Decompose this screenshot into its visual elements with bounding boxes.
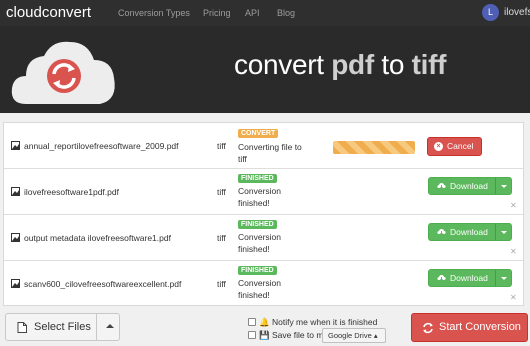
storage-select[interactable]: Google Drive ▴	[322, 328, 386, 343]
nav-blog[interactable]: Blog	[277, 8, 295, 18]
storage-option: Google Drive	[328, 331, 372, 340]
target-format[interactable]: tiff	[217, 279, 226, 289]
user-avatar[interactable]: L	[482, 4, 499, 21]
progress-bar	[333, 141, 415, 154]
cloud-download-icon	[437, 275, 446, 282]
image-file-icon	[11, 233, 20, 242]
hero-middle: to	[381, 49, 405, 80]
button-divider	[495, 178, 496, 194]
download-button[interactable]: Download	[428, 177, 512, 195]
chevron-down-icon[interactable]	[501, 185, 507, 188]
file-row: ilovefreesoftware1pdf.pdf tiff FINISHED …	[4, 169, 523, 215]
start-conversion-label: Start Conversion	[439, 321, 521, 333]
nav-api[interactable]: API	[245, 8, 260, 18]
refresh-icon	[423, 322, 433, 334]
download-button[interactable]: Download	[428, 223, 512, 241]
download-label: Download	[450, 227, 488, 237]
bell-icon: 🔔	[259, 317, 270, 327]
target-format[interactable]: tiff	[217, 141, 226, 151]
cancel-button[interactable]: × Cancel	[427, 137, 482, 156]
status-text: Conversion finished!	[238, 186, 281, 208]
status-badge: FINISHED	[238, 266, 277, 275]
remove-icon[interactable]: ✕	[510, 247, 517, 256]
select-files-label: Select Files	[34, 321, 91, 333]
select-files-button-group: Select Files	[5, 313, 120, 341]
cloud-convert-icon	[11, 41, 115, 104]
cloud-download-icon	[437, 183, 446, 190]
download-label: Download	[450, 273, 488, 283]
button-divider	[495, 224, 496, 240]
save-icon: 💾	[259, 330, 270, 340]
button-divider	[495, 270, 496, 286]
notify-label: Notify me when it is finished	[271, 317, 378, 327]
status-badge: CONVERT	[238, 129, 279, 138]
download-button[interactable]: Download	[428, 269, 512, 287]
download-label: Download	[450, 181, 488, 191]
cancel-label: Cancel	[447, 141, 474, 151]
status-badge: FINISHED	[238, 174, 277, 183]
user-name[interactable]: ilovefs	[504, 7, 530, 18]
top-navbar: cloudconvert Conversion Types Pricing AP…	[0, 0, 530, 26]
file-name: scanv600_cilovefreesoftwareexcellent.pdf	[24, 279, 182, 289]
hero-prefix: convert	[234, 49, 324, 80]
chevron-up-icon: ▴	[373, 331, 378, 340]
file-row: output metadata ilovefreesoftware1.pdf t…	[4, 215, 523, 261]
hero-to-format: tiff	[411, 49, 447, 80]
save-option: 💾 Save file to my	[248, 330, 328, 341]
brand-logo[interactable]: cloudconvert	[6, 4, 91, 21]
remove-icon[interactable]: ✕	[510, 201, 517, 210]
cancel-icon: ×	[434, 142, 443, 151]
remove-icon[interactable]: ✕	[510, 293, 517, 302]
start-conversion-button[interactable]: Start Conversion	[411, 313, 528, 342]
chevron-down-icon[interactable]	[501, 231, 507, 234]
file-name: output metadata ilovefreesoftware1.pdf	[24, 233, 171, 243]
save-label: Save file to my	[271, 330, 328, 340]
target-format[interactable]: tiff	[217, 187, 226, 197]
image-file-icon	[11, 279, 20, 288]
image-file-icon	[11, 187, 20, 196]
nav-conversion-types[interactable]: Conversion Types	[118, 8, 190, 18]
nav-pricing[interactable]: Pricing	[203, 8, 231, 18]
status-badge: FINISHED	[238, 220, 277, 229]
status-text: Conversion finished!	[238, 232, 281, 254]
file-row: scanv600_cilovefreesoftwareexcellent.pdf…	[4, 261, 523, 307]
status-text: Conversion finished!	[238, 278, 281, 300]
hero-from-format: pdf	[331, 49, 374, 80]
image-file-icon	[11, 141, 20, 150]
file-name: annual_reportilovefreesoftware_2009.pdf	[24, 141, 179, 151]
file-icon	[17, 322, 27, 333]
notify-option: 🔔 Notify me when it is finished	[248, 317, 377, 328]
hero-title: convert pdf to tiff	[234, 49, 446, 81]
hero-banner: convert pdf to tiff	[0, 26, 530, 113]
select-files-button[interactable]: Select Files	[6, 314, 97, 340]
conversion-list: annual_reportilovefreesoftware_2009.pdf …	[3, 122, 524, 306]
file-name: ilovefreesoftware1pdf.pdf	[24, 187, 119, 197]
target-format[interactable]: tiff	[217, 233, 226, 243]
chevron-up-icon[interactable]	[106, 324, 114, 328]
status-text: Converting file to tiff	[238, 142, 302, 164]
cloud-download-icon	[437, 229, 446, 236]
chevron-down-icon[interactable]	[501, 277, 507, 280]
file-row: annual_reportilovefreesoftware_2009.pdf …	[4, 123, 523, 169]
